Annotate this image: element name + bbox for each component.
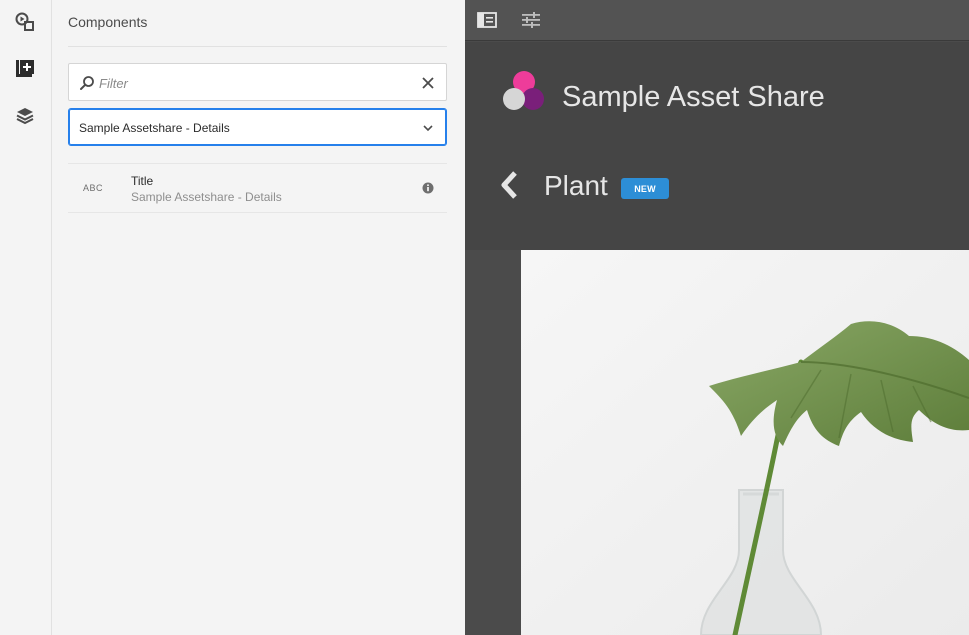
components-panel: Components Sample Assetshare - Details A… [52,0,465,635]
info-icon[interactable] [422,182,434,194]
components-icon[interactable] [13,57,37,81]
assets-icon[interactable] [13,10,37,34]
divider [68,46,447,47]
content-tree-icon[interactable] [13,104,37,128]
selected-group: Sample Assetshare - Details [79,121,230,135]
panel-title: Components [68,14,148,30]
component-name: Title [131,174,154,188]
site-header: Sample Asset Share Plant NEW [465,42,969,250]
chevron-down-icon [423,125,433,132]
page-properties-icon[interactable] [519,8,543,32]
toggle-side-panel-icon[interactable] [475,8,499,32]
editor-toolbar [465,0,969,41]
asset-image [521,250,969,635]
left-rail [0,0,52,635]
search-icon [80,76,94,90]
component-abbr: ABC [83,183,104,193]
asset-title: Plant [544,170,608,201]
logo [503,71,544,110]
status-badge: NEW [621,178,669,199]
component-list: ABC Title Sample Assetshare - Details [68,163,447,213]
component-group-select[interactable]: Sample Assetshare - Details [68,108,447,146]
filter-field[interactable] [68,63,447,101]
site-title: Sample Asset Share [562,81,825,113]
back-chevron-icon[interactable] [499,170,521,200]
clear-icon[interactable] [420,75,436,91]
page-editor: Sample Asset Share Plant NEW [465,0,969,635]
filter-input[interactable] [99,72,409,94]
list-item[interactable]: ABC Title Sample Assetshare - Details [68,163,447,213]
component-group: Sample Assetshare - Details [131,190,282,204]
